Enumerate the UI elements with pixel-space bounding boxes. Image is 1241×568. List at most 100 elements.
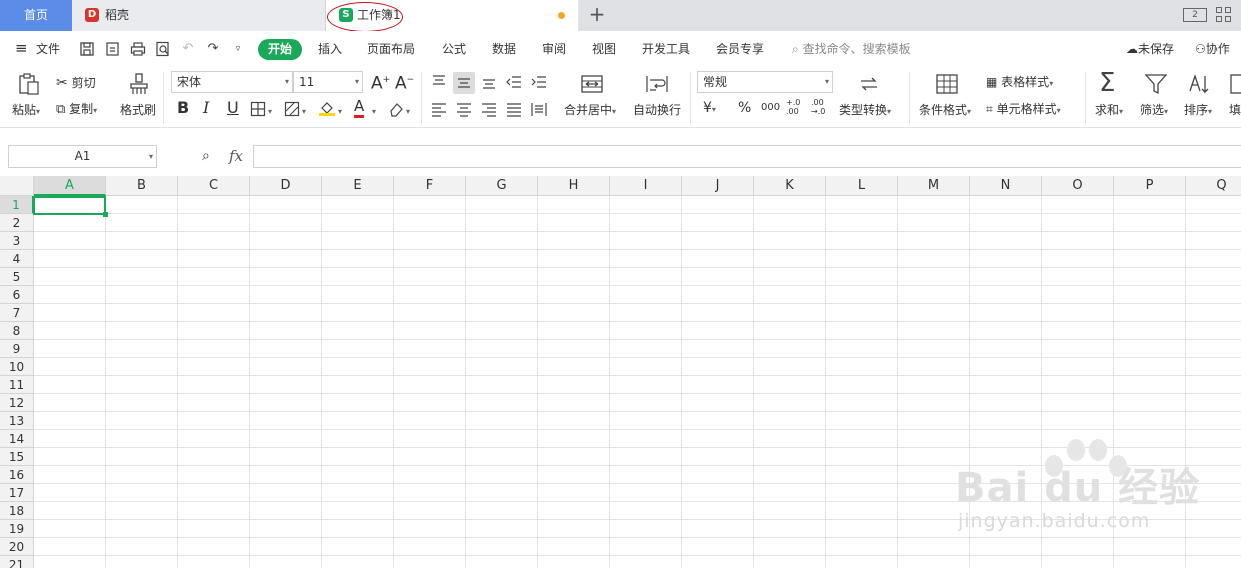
currency-button[interactable]: ¥▾ xyxy=(703,100,716,118)
column-header-q[interactable]: Q xyxy=(1186,176,1241,196)
row-header-20[interactable]: 20 xyxy=(0,538,34,556)
font-color-dropdown-icon[interactable]: ▾ xyxy=(372,104,376,120)
fill-button[interactable]: 填 xyxy=(1229,102,1241,118)
distributed-align-icon[interactable] xyxy=(531,101,547,117)
export-pdf-icon[interactable] xyxy=(105,41,121,57)
row-header-9[interactable]: 9 xyxy=(0,340,34,358)
merge-center-icon[interactable] xyxy=(580,72,604,96)
wrap-text-button[interactable]: 自动换行 xyxy=(633,102,681,118)
menu-tab-view[interactable]: 视图 xyxy=(592,39,616,59)
border-icon[interactable] xyxy=(250,101,266,117)
decrease-decimal-button[interactable]: .00 →.0 xyxy=(811,98,829,116)
column-header-e[interactable]: E xyxy=(322,176,394,196)
menu-tab-insert[interactable]: 插入 xyxy=(318,39,342,59)
thousands-separator-button[interactable]: 000 xyxy=(761,100,780,116)
menu-tab-data[interactable]: 数据 xyxy=(492,39,516,59)
merge-center-button[interactable]: 合并居中▾ xyxy=(564,102,616,120)
redo-icon[interactable]: ↷ xyxy=(205,41,221,57)
cut-button[interactable]: ✂ 剪切 xyxy=(56,75,96,91)
column-header-f[interactable]: F xyxy=(394,176,466,196)
percent-button[interactable]: % xyxy=(738,100,751,116)
menu-tab-formulas[interactable]: 公式 xyxy=(442,39,466,59)
row-header-18[interactable]: 18 xyxy=(0,502,34,520)
number-format-select[interactable]: 常规 ▾ xyxy=(697,71,833,93)
grid-apps-icon[interactable] xyxy=(1216,7,1232,23)
tab-workbook[interactable]: S 工作簿1 xyxy=(326,0,578,31)
row-header-6[interactable]: 6 xyxy=(0,286,34,304)
row-header-17[interactable]: 17 xyxy=(0,484,34,502)
undo-icon[interactable]: ↶ xyxy=(180,41,196,57)
row-header-4[interactable]: 4 xyxy=(0,250,34,268)
column-header-d[interactable]: D xyxy=(250,176,322,196)
quick-access-dropdown-icon[interactable]: ▿ xyxy=(230,41,246,57)
fill-handle[interactable] xyxy=(103,212,108,217)
save-icon[interactable] xyxy=(79,41,95,57)
conditional-format-icon[interactable] xyxy=(935,72,959,96)
menu-tab-member[interactable]: 会员专享 xyxy=(716,39,764,59)
row-header-14[interactable]: 14 xyxy=(0,430,34,448)
row-header-1[interactable]: 1 xyxy=(0,196,34,214)
fill-color-dropdown-icon[interactable]: ▾ xyxy=(338,104,342,120)
column-header-n[interactable]: N xyxy=(970,176,1042,196)
font-color-button[interactable]: A xyxy=(354,98,365,118)
align-right-icon[interactable] xyxy=(481,101,497,117)
row-header-8[interactable]: 8 xyxy=(0,322,34,340)
print-preview-icon[interactable] xyxy=(155,41,171,57)
cloud-unsaved-status[interactable]: ☁未保存 xyxy=(1126,39,1174,59)
row-header-5[interactable]: 5 xyxy=(0,268,34,286)
row-header-7[interactable]: 7 xyxy=(0,304,34,322)
zoom-search-icon[interactable]: ⌕ xyxy=(202,148,210,164)
column-header-m[interactable]: M xyxy=(898,176,970,196)
select-all-corner[interactable] xyxy=(0,176,34,196)
wrap-text-icon[interactable] xyxy=(645,72,669,96)
fx-icon[interactable]: fx xyxy=(229,148,243,164)
fill-color-icon[interactable] xyxy=(318,99,335,116)
menu-tab-home[interactable]: 开始 xyxy=(258,39,302,60)
row-header-13[interactable]: 13 xyxy=(0,412,34,430)
filter-button[interactable]: 筛选▾ xyxy=(1140,102,1168,120)
copy-button[interactable]: ⧉ 复制▾ xyxy=(56,101,97,119)
align-left-icon[interactable] xyxy=(431,101,447,117)
column-header-i[interactable]: I xyxy=(610,176,682,196)
column-header-c[interactable]: C xyxy=(178,176,250,196)
clear-format-dropdown-icon[interactable]: ▾ xyxy=(406,104,410,120)
row-header-19[interactable]: 19 xyxy=(0,520,34,538)
row-header-11[interactable]: 11 xyxy=(0,376,34,394)
clear-format-icon[interactable] xyxy=(388,101,404,117)
sort-icon[interactable] xyxy=(1187,72,1211,96)
row-header-15[interactable]: 15 xyxy=(0,448,34,466)
column-header-b[interactable]: B xyxy=(106,176,178,196)
bold-button[interactable]: B xyxy=(177,100,189,116)
active-cell-a1[interactable] xyxy=(33,196,108,217)
font-size-select[interactable]: 11 ▾ xyxy=(293,71,363,93)
column-header-h[interactable]: H xyxy=(538,176,610,196)
font-grow-button[interactable]: A+ xyxy=(371,72,390,92)
print-icon[interactable] xyxy=(130,41,146,57)
column-header-g[interactable]: G xyxy=(466,176,538,196)
cell-style-button[interactable]: ⌗ 单元格样式▾ xyxy=(986,101,1061,119)
increase-decimal-button[interactable]: +.0 .00 xyxy=(786,98,802,116)
formula-input[interactable] xyxy=(253,145,1241,168)
fill-pattern-dropdown-icon[interactable]: ▾ xyxy=(302,104,306,120)
window-layout-icon[interactable]: 2 xyxy=(1183,8,1207,22)
paste-icon[interactable] xyxy=(17,72,41,96)
font-name-select[interactable]: 宋体 ▾ xyxy=(171,71,293,93)
format-painter-button[interactable]: 格式刷 xyxy=(120,102,156,118)
table-style-button[interactable]: ▦ 表格样式▾ xyxy=(986,74,1053,92)
row-header-3[interactable]: 3 xyxy=(0,232,34,250)
column-header-a[interactable]: A xyxy=(34,176,106,196)
column-header-l[interactable]: L xyxy=(826,176,898,196)
row-header-12[interactable]: 12 xyxy=(0,394,34,412)
collaborate-button[interactable]: ⚇协作 xyxy=(1195,39,1230,59)
fill-icon[interactable] xyxy=(1230,72,1241,96)
menu-file[interactable]: 文件 xyxy=(36,39,60,59)
column-header-j[interactable]: J xyxy=(682,176,754,196)
row-header-16[interactable]: 16 xyxy=(0,466,34,484)
menu-tab-review[interactable]: 审阅 xyxy=(542,39,566,59)
sum-icon[interactable]: Σ xyxy=(1099,68,1115,98)
tab-docer[interactable]: D 稻壳 xyxy=(72,0,326,31)
column-header-k[interactable]: K xyxy=(754,176,826,196)
row-header-10[interactable]: 10 xyxy=(0,358,34,376)
underline-button[interactable]: U xyxy=(227,100,239,116)
command-search[interactable]: ⌕ 查找命令、搜索模板 xyxy=(792,39,911,59)
